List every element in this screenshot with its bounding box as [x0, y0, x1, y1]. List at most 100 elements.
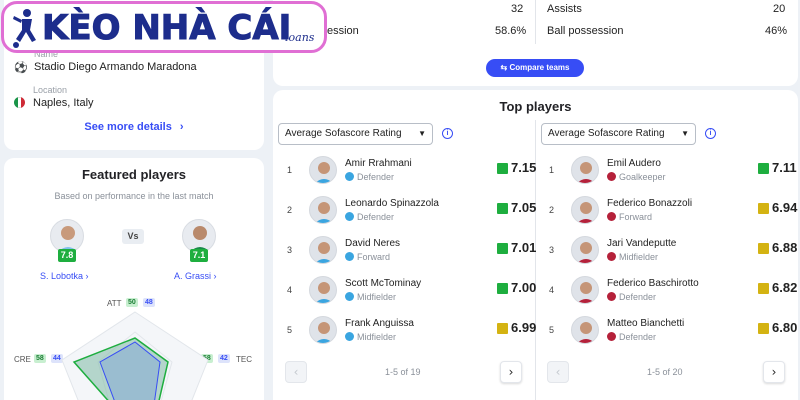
away-player-row[interactable]: 5 Matteo Bianchetti Defender 6.80 [549, 316, 799, 346]
stat-assists-label: Assists [547, 3, 582, 15]
player-position: Midfielder [607, 252, 658, 262]
attr-att-label: ATT [107, 299, 122, 308]
player-avatar [309, 316, 337, 344]
away-pager-text: 1-5 of 20 [647, 367, 683, 377]
rating-color-indicator [497, 323, 508, 334]
team-crest-icon [345, 332, 354, 341]
player-avatar [309, 156, 337, 184]
rating-color-indicator [497, 283, 508, 294]
team-crest-icon [607, 212, 616, 221]
player-name: David Neres [345, 238, 401, 249]
player-rating: 7.00 [511, 280, 537, 295]
rating-color-indicator [758, 163, 769, 174]
home-prev-page-button[interactable]: ‹ [285, 361, 307, 383]
chevron-right-icon: › [85, 271, 89, 281]
italy-flag-icon [14, 97, 25, 108]
away-rating-select[interactable]: Average Sofascore Rating ▼ [541, 123, 696, 145]
player-rank: 2 [549, 205, 555, 215]
home-player-row[interactable]: 5 Frank Anguissa Midfielder 6.99 [287, 316, 537, 346]
player-position-label: Defender [619, 332, 657, 342]
away-player-row[interactable]: 3 Jari Vandeputte Midfielder 6.88 [549, 236, 799, 266]
top-players-title: Top players [499, 99, 572, 114]
home-pager-text: 1-5 of 19 [385, 367, 421, 377]
player-rank: 5 [287, 325, 293, 335]
away-select-value: Average Sofascore Rating [548, 128, 665, 139]
away-player-row[interactable]: 2 Federico Bonazzoli Forward 6.94 [549, 196, 799, 226]
home-next-page-button[interactable]: › [500, 361, 522, 383]
lobotka-name-link[interactable]: S. Lobotka › [40, 271, 89, 281]
player-position-label: Goalkeeper [619, 172, 666, 182]
site-logo[interactable]: KÈO NHÀ CÁI loans [1, 1, 327, 53]
see-more-details-link[interactable]: See more details › [4, 121, 264, 133]
player-rating: 6.88 [772, 240, 798, 255]
lobotka-avatar[interactable] [50, 219, 84, 253]
top-players-card: Top players Average Sofascore Rating ▼ i… [273, 90, 798, 400]
player-rating: 7.15 [511, 160, 537, 175]
stats-divider [535, 0, 536, 44]
player-rank: 3 [287, 245, 293, 255]
player-position: Forward [607, 212, 652, 222]
home-player-row[interactable]: 4 Scott McTominay Midfielder 7.00 [287, 276, 537, 306]
stat-left-value-1: 32 [511, 3, 524, 15]
rating-color-indicator [497, 203, 508, 214]
compare-teams-label: Compare teams [509, 63, 570, 72]
away-prev-page-button[interactable]: ‹ [547, 361, 569, 383]
rating-color-indicator [497, 243, 508, 254]
venue-name-value: Stadio Diego Armando Maradona [34, 61, 197, 73]
venue-location-label: Location [33, 85, 68, 95]
away-player-row[interactable]: 1 Emil Audero Goalkeeper 7.11 [549, 156, 799, 186]
player-avatar [571, 156, 599, 184]
player-rating: 6.99 [511, 320, 537, 335]
compare-teams-button[interactable]: ⇆ Compare teams [486, 59, 584, 77]
team-crest-icon [607, 292, 616, 301]
lobotka-rating-badge: 7.8 [58, 249, 76, 262]
venue-location-row: Location Naples, Italy [14, 84, 94, 110]
grassi-name-link[interactable]: A. Grassi › [174, 271, 217, 281]
player-rating: 7.11 [772, 160, 797, 175]
stat-possession-left-value: 58.6% [495, 25, 527, 37]
player-position: Midfielder [345, 332, 396, 342]
team-crest-icon [607, 332, 616, 341]
home-player-row[interactable]: 2 Leonardo Spinazzola Defender 7.05 [287, 196, 537, 226]
attr-cre-home: 58 [34, 354, 46, 363]
caret-down-icon: ▼ [418, 129, 426, 138]
attr-tec-away: 42 [218, 354, 230, 363]
logo-brand-text: KÈO NHÀ CÁI [41, 8, 292, 49]
vs-badge: Vs [122, 229, 144, 244]
player-avatar [309, 236, 337, 264]
player-name: Frank Anguissa [345, 318, 414, 329]
player-avatar [571, 316, 599, 344]
player-position: Midfielder [345, 292, 396, 302]
rating-color-indicator [758, 323, 769, 334]
player-name: Scott McTominay [345, 278, 422, 289]
team-crest-icon [607, 172, 616, 181]
player-position: Defender [345, 172, 394, 182]
home-player-row[interactable]: 1 Amir Rrahmani Defender 7.15 [287, 156, 537, 186]
grassi-name: A. Grassi [174, 271, 212, 281]
player-rank: 2 [287, 205, 293, 215]
player-rating: 6.82 [772, 280, 798, 295]
player-rank: 1 [287, 165, 293, 175]
home-player-row[interactable]: 3 David Neres Forward 7.01 [287, 236, 537, 266]
away-player-row[interactable]: 4 Federico Baschirotto Defender 6.82 [549, 276, 799, 306]
team-crest-icon [345, 292, 354, 301]
chevron-right-icon: › [213, 271, 217, 281]
caret-down-icon: ▼ [681, 129, 689, 138]
player-name: Federico Baschirotto [607, 278, 699, 289]
info-icon[interactable]: i [705, 128, 716, 139]
home-rating-select[interactable]: Average Sofascore Rating ▼ [278, 123, 433, 145]
player-rating: 6.80 [772, 320, 798, 335]
logo-sub-text: loans [285, 31, 315, 44]
player-avatar [571, 276, 599, 304]
grassi-avatar[interactable] [182, 219, 216, 253]
player-position-label: Forward [357, 252, 391, 262]
player-rating: 7.05 [511, 200, 537, 215]
player-rank: 5 [549, 325, 555, 335]
info-icon[interactable]: i [442, 128, 453, 139]
player-rank: 1 [549, 165, 555, 175]
away-next-page-button[interactable]: › [763, 361, 785, 383]
player-position: Goalkeeper [607, 172, 666, 182]
team-crest-icon [607, 252, 616, 261]
chevron-right-icon: › [179, 121, 184, 133]
player-position-label: Midfielder [357, 332, 397, 342]
